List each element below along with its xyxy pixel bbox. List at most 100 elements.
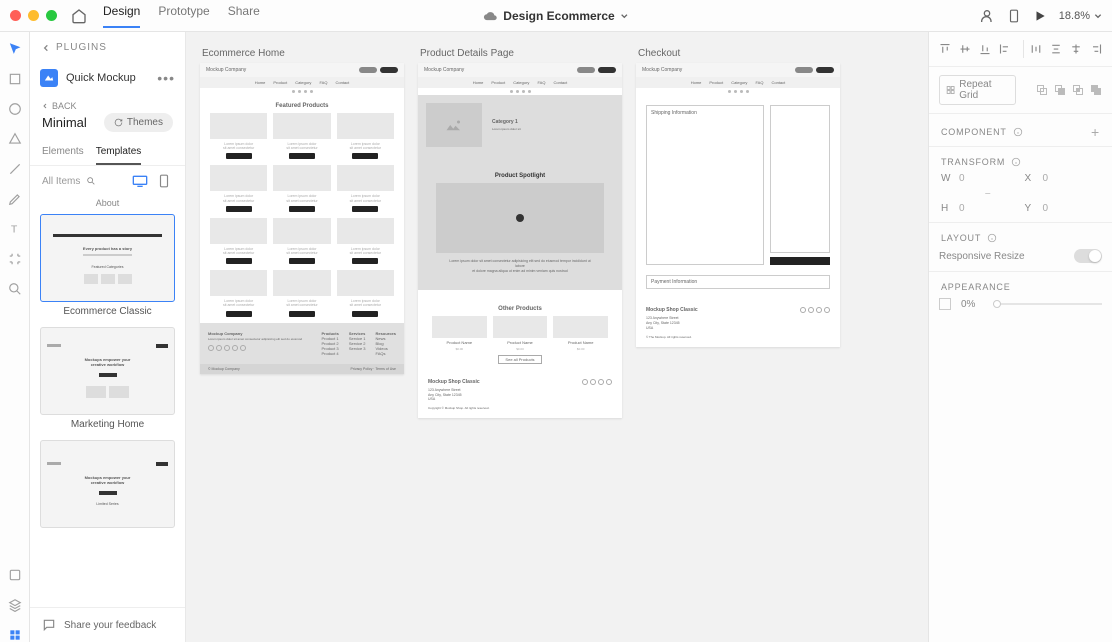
template-card[interactable]: Mockups empower yourcreative workflow Li… bbox=[40, 440, 175, 528]
user-icon[interactable] bbox=[979, 8, 995, 24]
desktop-device-button[interactable] bbox=[131, 174, 149, 188]
opacity-slider[interactable] bbox=[993, 303, 1102, 305]
template-thumb: Mockups empower yourcreative workflow bbox=[40, 327, 175, 415]
mobile-device-button[interactable] bbox=[155, 174, 173, 188]
template-card[interactable]: Every product has a story Featured Categ… bbox=[40, 214, 175, 317]
tab-share[interactable]: Share bbox=[228, 4, 260, 28]
artboard-title[interactable]: Product Details Page bbox=[418, 44, 622, 63]
align-vcenter-icon[interactable] bbox=[959, 43, 971, 55]
info-icon[interactable] bbox=[1011, 157, 1021, 167]
active-plugin-row[interactable]: Quick Mockup ••• bbox=[30, 63, 185, 93]
play-icon[interactable] bbox=[1033, 9, 1047, 23]
polygon-tool-icon[interactable] bbox=[8, 132, 22, 146]
artboard-product-details[interactable]: Mockup Company HomeProductCategoryFAQCon… bbox=[418, 63, 622, 418]
select-tool-icon[interactable] bbox=[8, 42, 22, 56]
payment-box: Payment Information bbox=[646, 275, 830, 289]
info-icon[interactable] bbox=[1013, 127, 1023, 137]
artboard-title[interactable]: Ecommerce Home bbox=[200, 44, 404, 63]
transform-label: TRANSFORM bbox=[941, 157, 1005, 167]
text-tool-icon[interactable]: T bbox=[8, 222, 22, 236]
distribute-v-icon[interactable] bbox=[1050, 43, 1062, 55]
boolean-intersect-icon[interactable] bbox=[1072, 84, 1084, 96]
info-icon[interactable] bbox=[987, 233, 997, 243]
about-label: About bbox=[30, 196, 185, 210]
opacity-checkbox[interactable] bbox=[939, 298, 951, 310]
x-label: X bbox=[1025, 173, 1035, 184]
artboard-title[interactable]: Checkout bbox=[636, 44, 840, 63]
tab-prototype[interactable]: Prototype bbox=[158, 4, 209, 28]
chat-icon bbox=[42, 618, 56, 632]
themes-button[interactable]: Themes bbox=[104, 113, 173, 132]
distribute-h-icon[interactable] bbox=[1030, 43, 1042, 55]
feedback-button[interactable]: Share your feedback bbox=[30, 607, 185, 642]
y-label: Y bbox=[1025, 203, 1035, 214]
align-left-icon[interactable] bbox=[999, 43, 1011, 55]
plugins-icon[interactable] bbox=[8, 628, 22, 642]
template-name: Ecommerce Classic bbox=[40, 302, 175, 317]
grid-icon bbox=[946, 85, 955, 95]
featured-heading: Featured Products bbox=[200, 95, 404, 113]
align-bottom-icon[interactable] bbox=[979, 43, 991, 55]
theme-name: Minimal bbox=[42, 115, 87, 130]
align-right-icon[interactable] bbox=[1090, 43, 1102, 55]
artboard-checkout[interactable]: Mockup Company HomeProductCategoryFAQCon… bbox=[636, 63, 840, 347]
shipping-label: Shipping Information bbox=[651, 110, 697, 116]
zoom-tool-icon[interactable] bbox=[8, 282, 22, 296]
artboard-ecommerce-home[interactable]: Mockup Company HomeProductCategoryFAQCon… bbox=[200, 63, 404, 374]
add-component-icon[interactable]: + bbox=[1091, 124, 1100, 140]
ellipse-tool-icon[interactable] bbox=[8, 102, 22, 116]
rectangle-tool-icon[interactable] bbox=[8, 72, 22, 86]
mock-logo: Mockup Company bbox=[642, 67, 682, 73]
back-button[interactable]: BACK bbox=[30, 93, 185, 111]
repeat-grid-button[interactable]: Repeat Grid bbox=[939, 75, 1016, 105]
pen-tool-icon[interactable] bbox=[8, 192, 22, 206]
close-window[interactable] bbox=[10, 10, 21, 21]
search-icon[interactable] bbox=[86, 176, 96, 186]
plugins-label: PLUGINS bbox=[56, 42, 107, 53]
x-input[interactable]: 0 bbox=[1043, 173, 1101, 184]
template-list[interactable]: Every product has a story Featured Categ… bbox=[30, 210, 185, 607]
right-toolbar: 18.8% bbox=[979, 8, 1102, 24]
boolean-exclude-icon[interactable] bbox=[1090, 84, 1102, 96]
tab-design[interactable]: Design bbox=[103, 4, 140, 28]
zoom-level[interactable]: 18.8% bbox=[1059, 10, 1102, 22]
line-tool-icon[interactable] bbox=[8, 162, 22, 176]
zoom-value: 18.8% bbox=[1059, 10, 1090, 22]
boolean-add-icon[interactable] bbox=[1036, 84, 1048, 96]
layout-section: LAYOUT bbox=[929, 223, 1112, 249]
shipping-box: Shipping Information bbox=[646, 105, 764, 265]
assets-icon[interactable] bbox=[8, 568, 22, 582]
template-thumb: Mockups empower yourcreative workflow Li… bbox=[40, 440, 175, 528]
filter-label[interactable]: All Items bbox=[42, 176, 80, 187]
responsive-label: Responsive Resize bbox=[939, 251, 1025, 262]
subtab-templates[interactable]: Templates bbox=[96, 140, 142, 165]
footer-name: Mockup Shop Classic bbox=[646, 307, 698, 313]
align-hcenter-icon[interactable] bbox=[1070, 43, 1082, 55]
align-top-icon[interactable] bbox=[939, 43, 951, 55]
minimize-window[interactable] bbox=[28, 10, 39, 21]
mock-logo: Mockup Company bbox=[424, 67, 464, 73]
artboard-wrap: Ecommerce Home Mockup Company HomeProduc… bbox=[200, 44, 404, 374]
home-icon[interactable] bbox=[71, 8, 87, 24]
responsive-toggle[interactable] bbox=[1074, 249, 1102, 263]
canvas[interactable]: Ecommerce Home Mockup Company HomeProduc… bbox=[186, 32, 928, 642]
mobile-icon[interactable] bbox=[1007, 8, 1021, 24]
plugin-name: Quick Mockup bbox=[66, 72, 149, 84]
titlebar: Design Prototype Share Design Ecommerce … bbox=[0, 0, 1112, 32]
artboard-tool-icon[interactable] bbox=[8, 252, 22, 266]
template-card[interactable]: Mockups empower yourcreative workflow Ma… bbox=[40, 327, 175, 430]
plugins-header[interactable]: PLUGINS bbox=[30, 32, 185, 63]
w-input[interactable]: 0 bbox=[959, 173, 1017, 184]
h-input[interactable]: 0 bbox=[959, 203, 1017, 214]
svg-text:T: T bbox=[10, 224, 17, 236]
subtab-elements[interactable]: Elements bbox=[42, 140, 84, 165]
boolean-subtract-icon[interactable] bbox=[1054, 84, 1066, 96]
layers-icon[interactable] bbox=[8, 598, 22, 612]
chevron-down-icon bbox=[1094, 12, 1102, 20]
maximize-window[interactable] bbox=[46, 10, 57, 21]
document-title[interactable]: Design Ecommerce bbox=[483, 9, 628, 23]
appearance-section: APPEARANCE bbox=[929, 272, 1112, 298]
plugin-menu-icon[interactable]: ••• bbox=[157, 70, 175, 86]
opacity-value[interactable]: 0% bbox=[961, 299, 975, 310]
y-input[interactable]: 0 bbox=[1043, 203, 1101, 214]
